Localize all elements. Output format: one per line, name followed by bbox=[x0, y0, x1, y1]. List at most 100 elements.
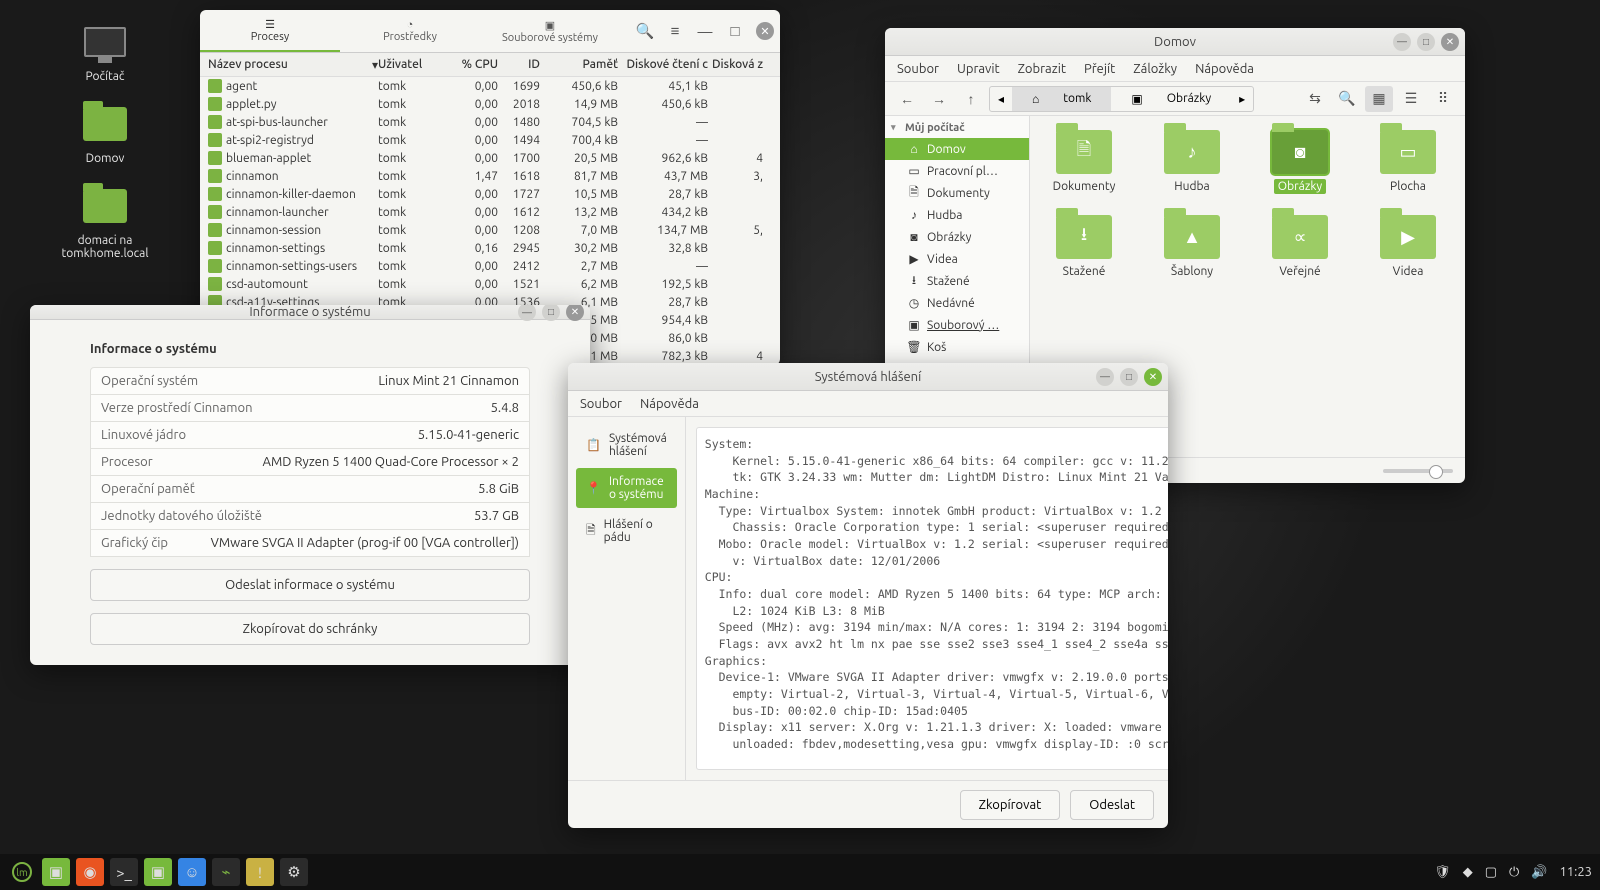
menu-view[interactable]: Zobrazit bbox=[1018, 62, 1066, 76]
table-row[interactable]: at-spi2-registrydtomk0,001494700,4 kB— bbox=[200, 131, 780, 149]
menu-bookmarks[interactable]: Záložky bbox=[1133, 62, 1177, 76]
table-row[interactable]: cinnamon-launchertomk0,00161213,2 MB434,… bbox=[200, 203, 780, 221]
sidebar-item-trash[interactable]: 🗑Koš bbox=[885, 336, 1029, 358]
sidebar-item-crash[interactable]: 🗎Hlášení o pádu bbox=[576, 511, 677, 551]
menu-file[interactable]: Soubor bbox=[580, 397, 622, 411]
files-app-icon[interactable]: ▣ bbox=[42, 858, 70, 886]
crumb-back-icon[interactable]: ◂ bbox=[990, 87, 1012, 111]
sidebar-item-music[interactable]: ♪Hudba bbox=[885, 204, 1029, 226]
back-button[interactable]: ← bbox=[893, 86, 921, 112]
tray-volume-icon[interactable]: 🔊 bbox=[1531, 865, 1547, 880]
forward-button[interactable]: → bbox=[925, 86, 953, 112]
table-row[interactable]: cinnamon-sessiontomk0,0012087,0 MB134,7 … bbox=[200, 221, 780, 239]
minimize-button[interactable]: — bbox=[518, 305, 536, 321]
titlebar[interactable]: Systémová hlášení — □ ✕ bbox=[568, 363, 1168, 391]
crumb-home[interactable]: ⌂tomk bbox=[1012, 87, 1111, 111]
desktop-icon-home[interactable]: Domov bbox=[60, 100, 150, 165]
view-compact-icon[interactable]: ⠿ bbox=[1429, 86, 1457, 112]
table-row[interactable]: cinnamon-settings-userstomk0,0024122,7 M… bbox=[200, 257, 780, 275]
home-icon: ⌂ bbox=[907, 142, 921, 156]
table-row[interactable]: cinnamon-settingstomk0,16294530,2 MB32,8… bbox=[200, 239, 780, 257]
sidebar-item-reports[interactable]: 📋Systémová hlášení bbox=[576, 425, 677, 465]
menu-help[interactable]: Nápověda bbox=[1195, 62, 1254, 76]
sidebar-item-sysinfo[interactable]: 📍Informace o systému bbox=[576, 468, 677, 508]
table-row[interactable]: blueman-applettomk0,00170020,5 MB962,6 k… bbox=[200, 149, 780, 167]
minimize-button[interactable]: — bbox=[690, 10, 720, 52]
minimize-button[interactable]: — bbox=[1096, 368, 1114, 386]
maximize-button[interactable]: □ bbox=[1120, 368, 1138, 386]
close-button[interactable]: ✕ bbox=[1441, 33, 1459, 51]
tray-display-icon[interactable]: ▢ bbox=[1485, 865, 1497, 880]
close-button[interactable]: ✕ bbox=[1144, 368, 1162, 386]
folder-downloads[interactable]: ⭳Stažené bbox=[1044, 215, 1124, 278]
sidebar-header[interactable]: Můj počítač bbox=[885, 116, 1029, 138]
folder-videos[interactable]: ▶Videa bbox=[1368, 215, 1448, 278]
maximize-button[interactable]: □ bbox=[720, 10, 750, 52]
desktop-icon-computer[interactable]: Počítač bbox=[60, 18, 150, 83]
folder-templates[interactable]: ▲Šablony bbox=[1152, 215, 1232, 278]
firefox-icon[interactable]: ◉ bbox=[76, 858, 104, 886]
send-button[interactable]: Odeslat bbox=[1070, 790, 1154, 820]
tray-shield-icon[interactable]: 🛡 bbox=[1434, 865, 1451, 880]
menu-file[interactable]: Soubor bbox=[897, 62, 939, 76]
menu-help[interactable]: Nápověda bbox=[640, 397, 699, 411]
table-row[interactable]: applet.pytomk0,00201814,9 MB450,6 kB bbox=[200, 95, 780, 113]
folder-documents[interactable]: 🗎Dokumenty bbox=[1044, 130, 1124, 193]
titlebar[interactable]: Domov — □ ✕ bbox=[885, 28, 1465, 56]
table-row[interactable]: cinnamon-killer-daemontomk0,00172710,5 M… bbox=[200, 185, 780, 203]
table-row[interactable]: agenttomk0,001699450,6 kB45,1 kB bbox=[200, 77, 780, 95]
hamburger-icon[interactable]: ≡ bbox=[660, 10, 690, 52]
copy-button[interactable]: Zkopírovat bbox=[960, 790, 1061, 820]
table-row[interactable]: cinnamontomk1,47161881,7 MB43,7 MB3, bbox=[200, 167, 780, 185]
report-text[interactable]: System: Kernel: 5.15.0-41-generic x86_64… bbox=[696, 427, 1168, 770]
minimize-button[interactable]: — bbox=[1393, 33, 1411, 51]
sidebar-item-documents[interactable]: 🗎Dokumenty bbox=[885, 182, 1029, 204]
menu-go[interactable]: Přejít bbox=[1084, 62, 1115, 76]
send-info-button[interactable]: Odeslat informace o systému bbox=[90, 569, 530, 601]
mint-menu-icon[interactable]: lm bbox=[8, 858, 36, 886]
users-app-icon[interactable]: ☺ bbox=[178, 858, 206, 886]
titlebar[interactable]: Informace o systému — □ ✕ bbox=[30, 305, 590, 320]
maximize-button[interactable]: □ bbox=[542, 305, 560, 321]
folder-public[interactable]: ∝Veřejné bbox=[1260, 215, 1340, 278]
sidebar-item-videos[interactable]: ▶Videa bbox=[885, 248, 1029, 270]
tab-resources[interactable]: ◔Prostředky bbox=[340, 10, 480, 52]
up-button[interactable]: ↑ bbox=[957, 86, 985, 112]
tab-processes[interactable]: ☰Procesy bbox=[200, 10, 340, 52]
folder-pictures[interactable]: ◙Obrázky bbox=[1260, 130, 1340, 193]
view-grid-icon[interactable]: ▦ bbox=[1365, 86, 1393, 112]
table-row[interactable]: at-spi-bus-launchertomk0,001480704,5 kB— bbox=[200, 113, 780, 131]
table-row[interactable]: csd-automounttomk0,0015216,2 MB192,5 kB bbox=[200, 275, 780, 293]
sidebar-item-recent[interactable]: ◷Nedávné bbox=[885, 292, 1029, 314]
tab-filesystems[interactable]: ▣Souborové systémy bbox=[480, 10, 620, 52]
search-icon[interactable]: 🔍 bbox=[630, 10, 660, 52]
search-icon[interactable]: 🔍 bbox=[1333, 86, 1361, 112]
folder-music[interactable]: ♪Hudba bbox=[1152, 130, 1232, 193]
desktop-icon-network[interactable]: domaci na tomkhome.local bbox=[50, 182, 160, 260]
sidebar-item-desktop[interactable]: ▭Pracovní pl… bbox=[885, 160, 1029, 182]
folder-desktop[interactable]: ▭Plocha bbox=[1368, 130, 1448, 193]
close-button[interactable]: ✕ bbox=[750, 10, 780, 52]
crumb-fwd-icon[interactable]: ▸ bbox=[1231, 87, 1253, 111]
toggle-location-icon[interactable]: ⇆ bbox=[1301, 86, 1329, 112]
sidebar-item-downloads[interactable]: ⭳Stažené bbox=[885, 270, 1029, 292]
crumb-pictures[interactable]: ▣Obrázky bbox=[1111, 87, 1231, 111]
view-list-icon[interactable]: ☰ bbox=[1397, 86, 1425, 112]
sysmon-running-icon[interactable]: ⌁ bbox=[212, 858, 240, 886]
tray-updates-icon[interactable]: ◆ bbox=[1463, 865, 1473, 880]
sidebar-item-filesystem[interactable]: ▣Souborový … bbox=[885, 314, 1029, 336]
zoom-slider[interactable] bbox=[1383, 469, 1453, 473]
copy-clipboard-button[interactable]: Zkopírovat do schránky bbox=[90, 613, 530, 645]
clock[interactable]: 11:23 bbox=[1559, 865, 1592, 879]
sidebar-item-home[interactable]: ⌂Domov bbox=[885, 138, 1029, 160]
warning-app-icon[interactable]: ! bbox=[246, 858, 274, 886]
files-running-icon[interactable]: ▣ bbox=[144, 858, 172, 886]
settings-running-icon[interactable]: ⚙ bbox=[280, 858, 308, 886]
window-title: Informace o systému bbox=[249, 305, 370, 319]
sidebar-item-pictures[interactable]: ◙Obrázky bbox=[885, 226, 1029, 248]
menu-edit[interactable]: Upravit bbox=[957, 62, 1000, 76]
maximize-button[interactable]: □ bbox=[1417, 33, 1435, 51]
terminal-icon[interactable]: >_ bbox=[110, 858, 138, 886]
close-button[interactable]: ✕ bbox=[566, 305, 584, 321]
tray-network-icon[interactable]: ⏻ bbox=[1509, 865, 1519, 880]
